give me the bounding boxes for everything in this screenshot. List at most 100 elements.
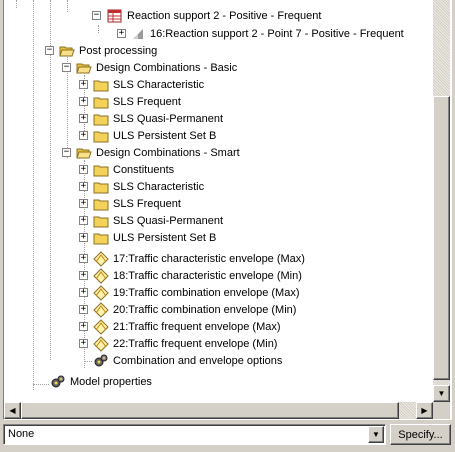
scrollbar-corner xyxy=(433,402,450,419)
scroll-right-button[interactable]: ▶ xyxy=(416,402,433,419)
tree-node-label: SLS Characteristic xyxy=(113,180,205,193)
expand-toggle-icon[interactable]: + xyxy=(79,288,88,297)
tree-node-folder[interactable]: SLS Frequent xyxy=(93,93,182,110)
expand-toggle-icon[interactable]: + xyxy=(79,216,88,225)
tree-node-label: Reaction support 2 - Positive - Frequent xyxy=(127,9,322,22)
tree-node-label: ULS Persistent Set B xyxy=(113,129,217,142)
gears-icon xyxy=(50,374,66,390)
expand-toggle-icon[interactable]: + xyxy=(79,182,88,191)
expand-toggle-icon[interactable]: + xyxy=(79,271,88,280)
tree-node-label: SLS Quasi-Permanent xyxy=(113,214,224,227)
tree-node-envelope[interactable]: 17:Traffic characteristic envelope (Max) xyxy=(93,250,306,267)
tree-node-label: Design Combinations - Basic xyxy=(96,61,238,74)
envelope-icon xyxy=(93,284,109,301)
gears-icon xyxy=(93,353,109,369)
tree-node-envelope[interactable]: 20:Traffic combination envelope (Min) xyxy=(93,301,297,318)
folder-icon xyxy=(93,230,109,246)
tree-node-label: 16:Reaction support 2 - Point 7 - Positi… xyxy=(150,27,404,40)
tree-node-label: 22:Traffic frequent envelope (Min) xyxy=(113,337,278,350)
tree-node-label: Model properties xyxy=(70,375,152,388)
folder-icon xyxy=(93,179,109,195)
chevron-down-icon: ▼ xyxy=(372,430,380,439)
expand-toggle-icon[interactable]: + xyxy=(79,322,88,331)
tree-node-post-processing[interactable]: Post processing xyxy=(59,42,158,59)
tree-node-envelope[interactable]: 21:Traffic frequent envelope (Max) xyxy=(93,318,282,335)
tree-node-folder[interactable]: SLS Characteristic xyxy=(93,178,205,195)
collapse-toggle-icon[interactable]: − xyxy=(45,46,54,55)
collapse-toggle-icon[interactable]: − xyxy=(92,11,101,20)
tree-node-folder[interactable]: SLS Characteristic xyxy=(93,76,205,93)
tree-node-result[interactable]: 16:Reaction support 2 - Point 7 - Positi… xyxy=(130,25,405,42)
expand-toggle-icon[interactable]: + xyxy=(79,131,88,140)
folder-open-icon xyxy=(76,145,92,161)
tree-node-label: SLS Characteristic xyxy=(113,78,205,91)
expand-toggle-icon[interactable]: + xyxy=(79,199,88,208)
expand-toggle-icon[interactable]: + xyxy=(79,114,88,123)
folder-icon xyxy=(93,196,109,212)
horizontal-scrollbar[interactable]: ◀ ▶ xyxy=(4,402,433,419)
folder-icon xyxy=(93,111,109,127)
table-icon xyxy=(107,8,123,24)
dropdown-button[interactable]: ▼ xyxy=(368,426,384,443)
specify-button[interactable]: Specify... xyxy=(390,424,451,445)
arrow-down-icon: ▼ xyxy=(437,389,446,398)
vertical-scroll-thumb[interactable] xyxy=(433,96,450,380)
expand-toggle-icon[interactable]: + xyxy=(79,165,88,174)
tree-node-model-properties[interactable]: Model properties xyxy=(50,373,153,390)
horizontal-scroll-thumb[interactable] xyxy=(21,402,399,419)
envelope-icon xyxy=(93,335,109,352)
folder-icon xyxy=(93,128,109,144)
tree-connector xyxy=(98,25,99,33)
arrow-left-icon: ◀ xyxy=(9,406,16,415)
tree-node-label: 18:Traffic characteristic envelope (Min) xyxy=(113,269,302,282)
tree-node-label: SLS Quasi-Permanent xyxy=(113,112,224,125)
scroll-down-button[interactable]: ▼ xyxy=(433,385,450,402)
tree-node-label: Constituents xyxy=(113,163,175,176)
expand-toggle-icon[interactable]: + xyxy=(117,29,126,38)
tree-node-design-combinations-smart[interactable]: Design Combinations - Smart xyxy=(76,144,241,161)
tree-node-envelope[interactable]: 22:Traffic frequent envelope (Min) xyxy=(93,335,278,352)
tree-node-label: Design Combinations - Smart xyxy=(96,146,240,159)
envelope-icon xyxy=(93,318,109,335)
folder-icon xyxy=(93,213,109,229)
folder-icon xyxy=(93,94,109,110)
tree-node-folder[interactable]: SLS Quasi-Permanent xyxy=(93,212,224,229)
envelope-icon xyxy=(93,267,109,284)
collapse-toggle-icon[interactable]: − xyxy=(62,63,71,72)
tree-node-folder[interactable]: SLS Frequent xyxy=(93,195,182,212)
envelope-icon xyxy=(93,250,109,267)
arrow-right-icon: ▶ xyxy=(421,406,428,415)
tree-node-folder[interactable]: SLS Quasi-Permanent xyxy=(93,110,224,127)
tree-node-combination-options[interactable]: Combination and envelope options xyxy=(93,352,283,369)
tree-node-label: 20:Traffic combination envelope (Min) xyxy=(113,303,297,316)
tree-node-folder[interactable]: ULS Persistent Set B xyxy=(93,229,217,246)
tree-node-envelope[interactable]: 19:Traffic combination envelope (Max) xyxy=(93,284,300,301)
tree-connector xyxy=(33,384,49,385)
tree-connector xyxy=(84,361,92,362)
tree-node-folder[interactable]: ULS Persistent Set B xyxy=(93,127,217,144)
folder-open-icon xyxy=(76,60,92,76)
folder-icon xyxy=(93,77,109,93)
vertical-scrollbar[interactable]: ▼ xyxy=(433,0,450,402)
expand-toggle-icon[interactable]: + xyxy=(79,305,88,314)
expand-toggle-icon[interactable]: + xyxy=(79,233,88,242)
tree-connector xyxy=(67,0,68,12)
tree-node-design-combinations-basic[interactable]: Design Combinations - Basic xyxy=(76,59,238,76)
tree-node-label: 17:Traffic characteristic envelope (Max) xyxy=(113,252,305,265)
tree-node-label: Post processing xyxy=(79,44,158,57)
scroll-left-button[interactable]: ◀ xyxy=(4,402,21,419)
tree-node-folder[interactable]: Constituents xyxy=(93,161,175,178)
envelope-icon xyxy=(93,301,109,318)
expand-toggle-icon[interactable]: + xyxy=(79,97,88,106)
expand-toggle-icon[interactable]: + xyxy=(79,339,88,348)
tree-node-envelope[interactable]: 18:Traffic characteristic envelope (Min) xyxy=(93,267,303,284)
tree-connector xyxy=(33,0,34,390)
result-icon xyxy=(130,26,146,42)
tree-connector xyxy=(16,0,17,8)
collapse-toggle-icon[interactable]: − xyxy=(62,148,71,157)
tree-view[interactable]: Reaction support 2 - Positive - Frequent… xyxy=(4,0,433,402)
expand-toggle-icon[interactable]: + xyxy=(79,254,88,263)
tree-node-table[interactable]: Reaction support 2 - Positive - Frequent xyxy=(107,7,322,24)
expand-toggle-icon[interactable]: + xyxy=(79,80,88,89)
filter-combobox[interactable]: None ▼ xyxy=(3,424,386,445)
